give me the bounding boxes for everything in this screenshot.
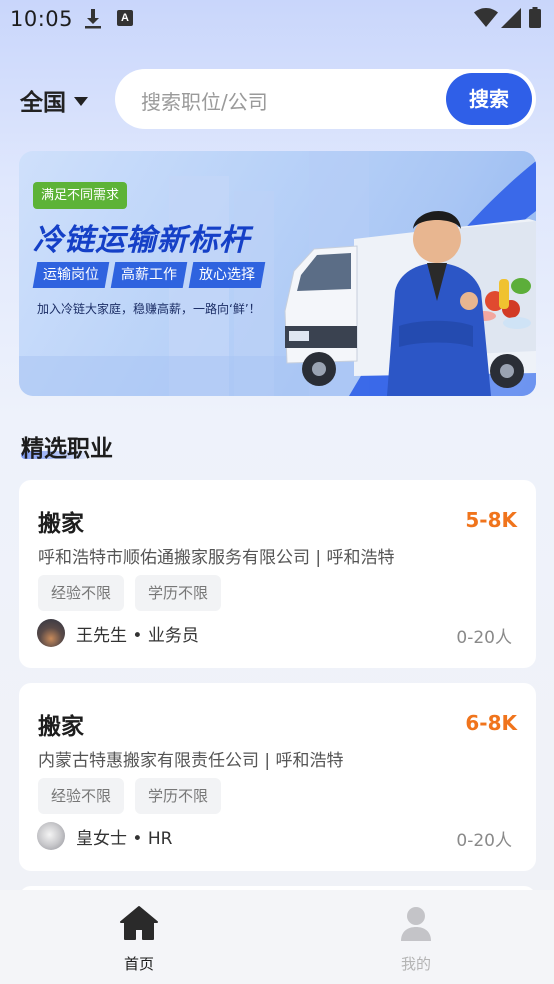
banner-chips: 运输岗位 高薪工作 放心选择 — [32, 262, 269, 288]
nav-item-me[interactable]: 我的 — [356, 905, 476, 974]
search-button[interactable]: 搜索 — [446, 73, 532, 125]
region-label: 全国 — [20, 90, 66, 116]
job-tags: 经验不限 学历不限 — [38, 575, 232, 611]
job-salary: 5-8K — [465, 508, 517, 532]
company-scale: 0-20人 — [456, 831, 512, 851]
job-tags: 经验不限 学历不限 — [38, 778, 232, 814]
recruiter: 皇女士 • HR — [37, 822, 172, 850]
recruiter-name: 皇女士 • HR — [76, 828, 173, 849]
user-icon — [401, 907, 431, 941]
wifi-icon — [474, 8, 498, 27]
banner-title: 冷链运输新标杆 — [33, 223, 250, 258]
nav-label-home: 首页 — [123, 955, 154, 973]
a-badge-icon: A — [117, 10, 133, 26]
job-company: 呼和浩特市顺佑通搬家服务有限公司 | 呼和浩特 — [38, 548, 395, 568]
search-placeholder: 搜索职位/公司 — [141, 90, 268, 114]
job-card[interactable]: 搬家 6-8K 内蒙古特惠搬家有限责任公司 | 呼和浩特 经验不限 学历不限 皇… — [19, 683, 536, 871]
job-salary: 6-8K — [465, 711, 517, 735]
caret-down-icon — [74, 96, 88, 106]
banner-chip: 运输岗位 — [32, 262, 110, 288]
section-title: 精选职业 — [21, 436, 113, 462]
region-selector[interactable]: 全国 — [20, 84, 88, 116]
search-input[interactable]: 搜索职位/公司 搜索 — [115, 69, 536, 129]
avatar — [37, 822, 65, 850]
recruiter-name: 王先生 • 业务员 — [76, 625, 199, 646]
battery-icon — [529, 7, 541, 28]
avatar — [37, 619, 65, 647]
company-scale: 0-20人 — [456, 628, 512, 648]
job-tag: 学历不限 — [135, 575, 222, 611]
job-company: 内蒙古特惠搬家有限责任公司 | 呼和浩特 — [38, 751, 344, 771]
job-title: 搬家 — [38, 511, 84, 537]
job-tag: 经验不限 — [38, 575, 125, 611]
bottom-nav: 首页 我的 — [0, 890, 554, 984]
nav-label-me: 我的 — [400, 955, 431, 973]
download-icon — [85, 9, 101, 29]
banner-tag: 满足不同需求 — [33, 182, 128, 209]
job-tag: 学历不限 — [135, 778, 222, 814]
signal-icon — [501, 8, 521, 28]
home-icon — [120, 906, 158, 940]
recruiter: 王先生 • 业务员 — [37, 619, 199, 647]
banner-chip: 高薪工作 — [110, 262, 188, 288]
nav-item-home[interactable]: 首页 — [79, 905, 199, 974]
banner-chip: 放心选择 — [188, 262, 266, 288]
status-bar: 10:05 A — [0, 0, 554, 38]
banner-subtitle: 加入冷链大家庭，稳赚高薪，一路向‘鲜’！ — [37, 302, 261, 316]
job-card[interactable]: 搬家 5-8K 呼和浩特市顺佑通搬家服务有限公司 | 呼和浩特 经验不限 学历不… — [19, 480, 536, 668]
job-title: 搬家 — [38, 714, 84, 740]
truck-driver-illustration — [284, 210, 536, 396]
job-tag: 经验不限 — [38, 778, 125, 814]
promo-banner[interactable]: 满足不同需求 冷链运输新标杆 运输岗位 高薪工作 放心选择 加入冷链大家庭，稳赚… — [19, 151, 536, 396]
status-time: 10:05 — [10, 7, 74, 31]
